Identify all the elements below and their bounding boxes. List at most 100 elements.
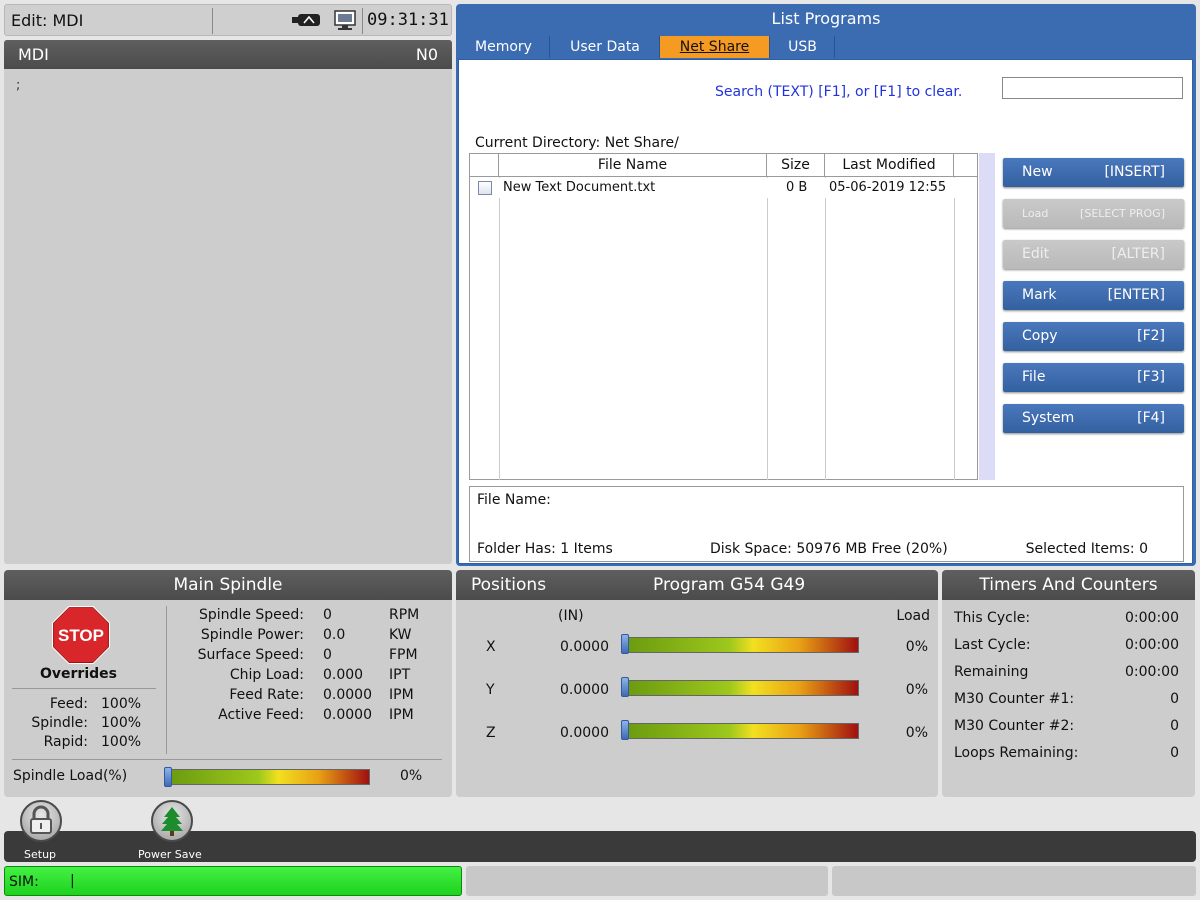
system-button[interactable]: System [F4]: [1003, 404, 1184, 433]
counter-value[interactable]: 0: [1170, 691, 1179, 707]
load-column-label: Load: [896, 608, 930, 624]
setup-button[interactable]: [20, 800, 62, 842]
readout-unit: IPM: [389, 687, 414, 703]
button-key: [ENTER]: [1107, 287, 1165, 303]
status-bar: Edit: MDI 09:31:31: [4, 4, 452, 36]
divider: [212, 8, 213, 34]
readout-label: Surface Speed:: [197, 647, 304, 663]
column-header-size[interactable]: Size: [767, 154, 825, 177]
button-label: Edit: [1022, 246, 1050, 262]
axis-load-indicator-z: [621, 720, 629, 740]
axis-value-y[interactable]: 0.0000: [560, 682, 609, 698]
stop-sign-icon[interactable]: STOP: [52, 606, 110, 664]
folder-count: Folder Has: 1 Items: [477, 541, 613, 557]
readout-value: 0: [323, 647, 332, 663]
counter-value[interactable]: 0: [1170, 745, 1179, 761]
sim-cursor: |: [70, 873, 75, 889]
list-programs-panel: List Programs Memory User Data Net Share…: [456, 4, 1196, 566]
panel-title: Timers And Counters: [942, 570, 1195, 600]
divider: [166, 606, 167, 754]
override-value: 100%: [101, 734, 142, 750]
clock: 09:31:31: [367, 10, 449, 30]
mdi-title: MDI: [18, 45, 49, 64]
divider: [362, 8, 363, 34]
load-button[interactable]: Load [SELECT PROG]: [1003, 199, 1184, 228]
timer-label: Last Cycle:: [954, 637, 1031, 653]
override-label: Spindle:: [31, 715, 88, 731]
column-divider: [954, 177, 955, 480]
axis-load-bar-x: [624, 637, 859, 653]
panel-title: Main Spindle: [4, 570, 452, 600]
file-table: File Name Size Last Modified New Text Do…: [469, 153, 978, 480]
axis-label-y: Y: [486, 682, 495, 698]
row-checkbox[interactable]: [478, 181, 492, 195]
counter-value[interactable]: 0: [1170, 718, 1179, 734]
file-button[interactable]: File [F3]: [1003, 363, 1184, 392]
button-key: [ALTER]: [1111, 246, 1166, 262]
program-offsets: Program G54 G49: [653, 575, 806, 595]
axis-label-x: X: [486, 639, 496, 655]
button-label: System: [1022, 410, 1075, 426]
power-save-label: Power Save: [138, 848, 202, 861]
button-label: Load: [1022, 207, 1049, 220]
timers-counters-panel: Timers And Counters This Cycle: 0:00:00 …: [942, 570, 1195, 797]
mdi-panel[interactable]: MDI N0 ;: [4, 40, 452, 564]
spindle-load-value: 0%: [400, 768, 423, 784]
timer-label: This Cycle:: [954, 610, 1031, 626]
override-value: 100%: [101, 715, 142, 731]
search-input[interactable]: [1002, 77, 1183, 99]
column-divider: [825, 177, 826, 480]
timer-value[interactable]: 0:00:00: [1125, 637, 1179, 653]
readout-label: Chip Load:: [229, 667, 304, 683]
readout-value: 0.000: [323, 667, 364, 683]
file-info-box: File Name: Folder Has: 1 Items Disk Spac…: [469, 486, 1184, 562]
divider: [12, 759, 442, 760]
button-label: File: [1022, 369, 1046, 385]
timer-value[interactable]: 0:00:00: [1125, 664, 1179, 680]
column-divider: [767, 177, 768, 480]
axis-load-indicator-x: [621, 634, 629, 654]
file-modified-cell: 05-06-2019 12:55: [829, 180, 947, 195]
counter-label: Loops Remaining:: [954, 745, 1079, 761]
spindle-load-label: Spindle Load(%): [13, 768, 128, 784]
table-row[interactable]: New Text Document.txt 0 B 05-06-2019 12:…: [470, 178, 977, 198]
mark-button[interactable]: Mark [ENTER]: [1003, 281, 1184, 310]
axis-load-indicator-y: [621, 677, 629, 697]
panel-header: Positions Program G54 G49: [456, 570, 938, 600]
mdi-editor-cursor[interactable]: ;: [16, 78, 20, 93]
panel-title: List Programs: [771, 9, 881, 28]
scrollbar[interactable]: [979, 153, 995, 480]
readout-label: Active Feed:: [218, 707, 304, 723]
column-header-file-name[interactable]: File Name: [499, 154, 767, 177]
readout-label: Spindle Speed:: [199, 607, 304, 623]
mode-label: Edit: MDI: [11, 11, 84, 30]
button-label: Copy: [1022, 328, 1058, 344]
column-header-last-modified[interactable]: Last Modified: [825, 154, 954, 177]
button-key: [F3]: [1137, 369, 1165, 385]
counter-label: M30 Counter #1:: [954, 691, 1075, 707]
tab-usb[interactable]: USB: [771, 36, 835, 58]
mdi-header: MDI N0: [4, 40, 452, 69]
timer-label: Remaining: [954, 664, 1029, 680]
axis-value-x[interactable]: 0.0000: [560, 639, 609, 655]
new-button[interactable]: New [INSERT]: [1003, 158, 1184, 187]
current-directory: Current Directory: Net Share/: [475, 135, 679, 151]
readout-value: 0.0: [323, 627, 346, 643]
button-key: [F2]: [1137, 328, 1165, 344]
timer-value[interactable]: 0:00:00: [1125, 610, 1179, 626]
tab-user-data[interactable]: User Data: [551, 36, 660, 58]
edit-button[interactable]: Edit [ALTER]: [1003, 240, 1184, 269]
override-label: Rapid:: [43, 734, 88, 750]
power-save-button[interactable]: [151, 800, 193, 842]
sim-status-bar: SIM: |: [4, 866, 462, 896]
readout-unit: KW: [389, 627, 412, 643]
tab-net-share[interactable]: Net Share: [660, 36, 770, 58]
copy-button[interactable]: Copy [F2]: [1003, 322, 1184, 351]
tab-memory[interactable]: Memory: [458, 36, 550, 58]
status-field-2: [466, 866, 828, 896]
usb-drive-icon: [292, 14, 320, 26]
axis-label-z: Z: [486, 725, 496, 741]
axis-value-z[interactable]: 0.0000: [560, 725, 609, 741]
main-spindle-panel: Main Spindle STOP Overrides Feed: 100% S…: [4, 570, 452, 797]
line-number: N0: [415, 45, 438, 64]
